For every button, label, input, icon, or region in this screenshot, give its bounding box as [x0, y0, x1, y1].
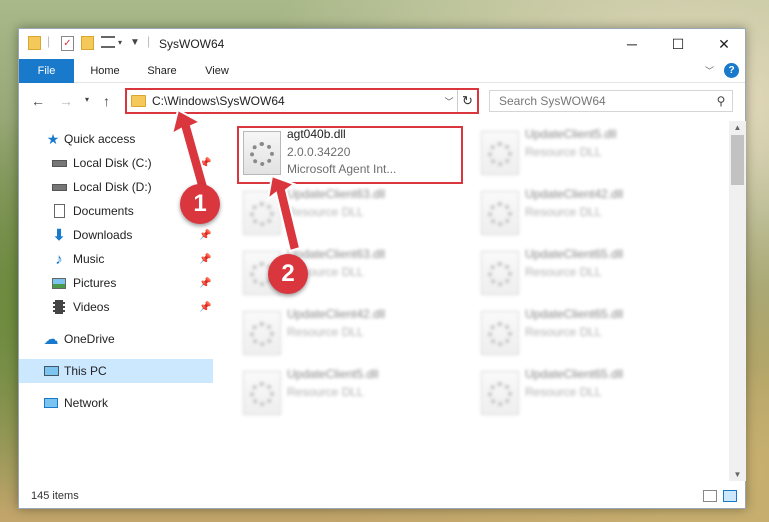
- annotation-arrow-1: [170, 108, 211, 195]
- annotation-arrow-2: [266, 174, 302, 253]
- annotation-overlay: [170, 108, 302, 253]
- annotation-badge-1: 1: [180, 184, 220, 224]
- annotation-badge-2: 2: [268, 254, 308, 294]
